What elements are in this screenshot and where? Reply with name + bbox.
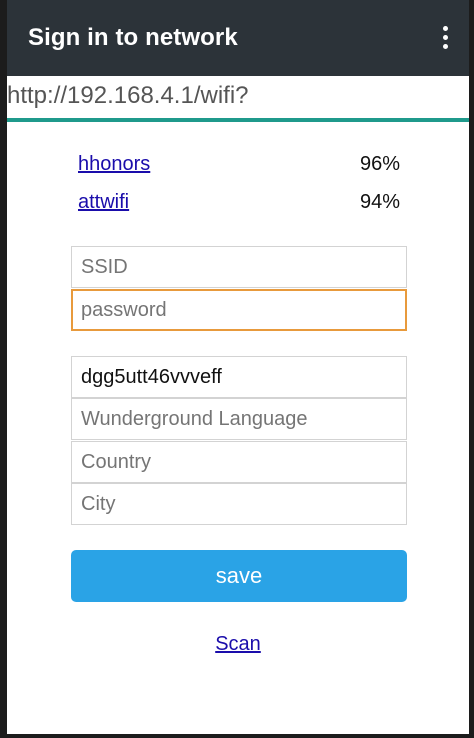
network-signal-attwifi: 94% (359, 191, 400, 213)
scan-link-container: Scan (7, 633, 469, 656)
more-vertical-icon[interactable] (437, 26, 453, 54)
app-bar: Sign in to network (7, 0, 469, 76)
network-row-hhonors: hhonors 96% (78, 153, 400, 181)
country-input[interactable] (71, 441, 407, 483)
network-row-attwifi: attwifi 94% (78, 191, 400, 219)
url-text: http://192.168.4.1/wifi? (7, 82, 249, 109)
city-input[interactable] (71, 483, 407, 525)
api-key-input[interactable] (71, 356, 407, 398)
url-bar[interactable]: http://192.168.4.1/wifi? (7, 76, 469, 118)
wunderground-language-input[interactable] (71, 398, 407, 440)
scan-link[interactable]: Scan (215, 633, 261, 655)
password-input[interactable] (71, 289, 407, 331)
network-link-attwifi[interactable]: attwifi (78, 191, 129, 214)
save-button[interactable]: save (71, 550, 407, 602)
network-link-hhonors[interactable]: hhonors (78, 153, 150, 176)
screen: Sign in to network http://192.168.4.1/wi… (0, 0, 474, 738)
wifi-config-page: hhonors 96% attwifi 94% save Scan (7, 122, 469, 734)
ssid-input[interactable] (71, 246, 407, 288)
network-signal-hhonors: 96% (359, 153, 400, 175)
page-title: Sign in to network (28, 24, 238, 51)
